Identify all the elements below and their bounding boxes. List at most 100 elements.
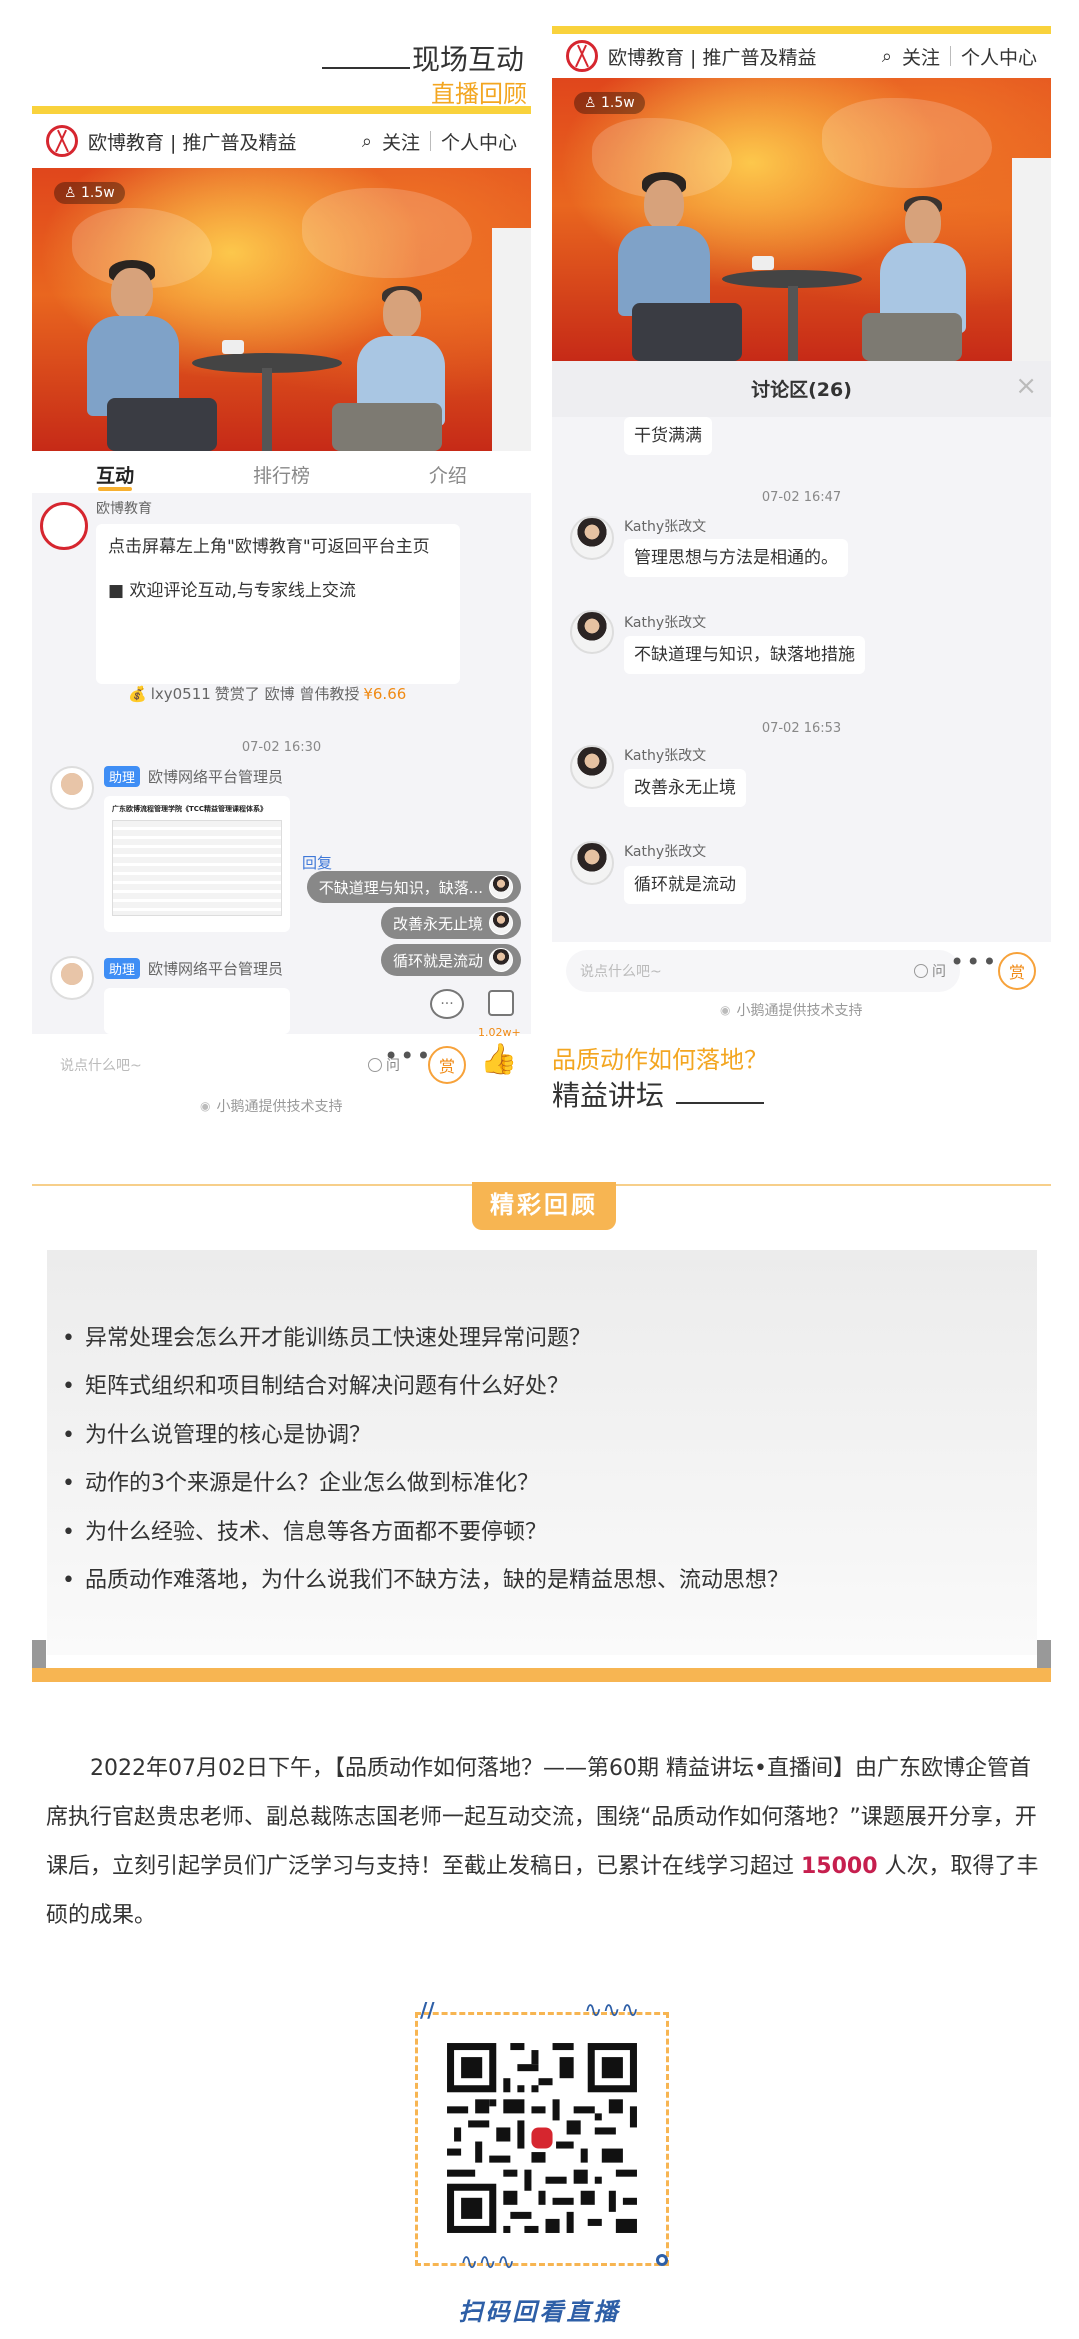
profile-link[interactable]: 个人中心	[961, 43, 1037, 70]
brand-avatar[interactable]	[40, 502, 88, 550]
brand-logo-icon[interactable]	[46, 125, 78, 157]
comment-pill-1[interactable]: 不缺道理与知识，缺落...	[306, 871, 521, 903]
kathy-avatar[interactable]	[570, 745, 614, 789]
assistant-name: 欧博网络平台管理员	[148, 960, 284, 978]
brand-name[interactable]: 欧博教育 | 推广普及精益	[88, 128, 296, 155]
tech-support: 小鹅通提供技术支持	[720, 1000, 862, 1020]
highlight-item: 异常处理会怎么开才能训练员工快速处理异常问题？	[62, 1320, 591, 1352]
reward-amount: ¥6.66	[363, 684, 407, 703]
more-icon[interactable]: •••	[950, 948, 998, 976]
message-bubble: 不缺道理与知识，缺落地措施	[624, 636, 865, 675]
live-video[interactable]: ♙ 1.5w	[32, 168, 531, 451]
assistant-avatar[interactable]	[50, 956, 94, 1000]
right-input-area: 说点什么吧~问 ••• 赏 小鹅通提供技术支持	[552, 942, 1051, 1032]
likes-count: 1.02w+	[478, 1026, 521, 1039]
tech-support: 小鹅通提供技术支持	[200, 1096, 342, 1116]
kathy-name: Kathy张改文	[624, 844, 707, 860]
shared-document-image[interactable]	[104, 988, 290, 1034]
comment-pill-2[interactable]: 改善永无止境	[380, 907, 521, 939]
comment-pill-3[interactable]: 循环就是流动	[380, 944, 521, 976]
discussion-header: 讨论区(26) ×	[552, 361, 1051, 417]
highlight-item: 品质动作难落地，为什么说我们不缺方法，缺的是精益思想、流动思想？	[62, 1562, 789, 1594]
highlights-box	[47, 1250, 1037, 1655]
timestamp: 07-02 16:53	[761, 721, 842, 736]
comment-input[interactable]: 说点什么吧~ 问	[46, 1044, 414, 1086]
message-bubble: 改善永无止境	[624, 769, 746, 808]
message-bubble: 干货满满	[624, 417, 712, 456]
tab-intro[interactable]: 介绍	[365, 451, 531, 493]
kathy-avatar-small	[489, 911, 513, 935]
profile-link[interactable]: 个人中心	[441, 128, 517, 155]
shared-document-image[interactable]: 广东欧博流程管理学院《TCC精益管理课程体系》	[104, 796, 290, 932]
summary-paragraph: 2022年07月02日下午，【品质动作如何落地？——第60期 精益讲坛•直播间】…	[46, 1756, 1039, 1928]
qr-caption: 扫码回看直播	[458, 2298, 621, 2326]
timestamp: 07-02 16:30	[241, 740, 322, 755]
ask-toggle[interactable]: 问	[914, 961, 946, 981]
thumbs-up-icon[interactable]: 👍	[480, 1042, 517, 1077]
forum-name: 精益讲坛	[552, 1079, 665, 1112]
document-table	[112, 820, 282, 916]
reward-text: 赞赏了 欧博 曾伟教授	[214, 685, 360, 703]
left-input-area: 说点什么吧~问 ••• 赏 1.02w+ 👍 小鹅通提供技术支持	[32, 1026, 531, 1130]
divider	[429, 131, 431, 151]
reward-notice: 💰 lxy0511 赞赏了 欧博 曾伟教授 ¥6.66	[128, 683, 406, 704]
kathy-name: Kathy张改文	[624, 519, 707, 535]
follow-button[interactable]: 关注	[902, 43, 940, 70]
qr-code-image	[440, 2036, 644, 2240]
kathy-avatar[interactable]	[570, 610, 614, 654]
brand-logo-icon[interactable]	[566, 40, 598, 72]
comment-input[interactable]: 说点什么吧~ 问	[566, 950, 960, 992]
notice-line-1: 点击屏幕左上角"欧博教育"可返回平台主页	[108, 537, 430, 557]
decor-wave-icon: ∿∿∿	[584, 1998, 640, 2023]
divider	[949, 46, 951, 66]
heading-decor-line	[676, 1102, 764, 1104]
reward-button[interactable]: 赏	[428, 1046, 466, 1084]
reply-label[interactable]: 回复	[302, 852, 332, 873]
sender-name: 欧博教育	[96, 501, 152, 517]
decor-wave-icon: ∿∿∿	[460, 2250, 516, 2275]
more-icon[interactable]: •••	[384, 1042, 432, 1070]
search-icon[interactable]: ⌕	[882, 46, 892, 67]
highlight-item: 动作的3个来源是什么？企业怎么做到标准化？	[62, 1465, 539, 1497]
tab-ranking[interactable]: 排行榜	[198, 451, 364, 493]
qr-code[interactable]	[440, 2036, 644, 2240]
follow-button[interactable]: 关注	[382, 128, 420, 155]
yellow-bar	[32, 106, 531, 114]
right-phone-screenshot: 欧博教育 | 推广普及精益 ⌕ 关注 个人中心 ♙ 1.5w 讨论区(26) ×…	[552, 26, 1051, 1032]
discussion-title: 讨论区(26)	[751, 379, 852, 401]
reward-button[interactable]: 赏	[998, 952, 1036, 990]
assistant-badge: 助理	[104, 766, 141, 787]
message-bubble: 循环就是流动	[624, 866, 746, 905]
close-icon[interactable]: ×	[1015, 371, 1037, 401]
comment-icon[interactable]: ···	[430, 989, 464, 1019]
assistant-avatar[interactable]	[50, 766, 94, 810]
live-interaction-title: 现场互动	[412, 43, 525, 76]
left-phone-screenshot: 欧博教育 | 推广普及精益 ⌕ 关注 个人中心 ♙ 1.5w 互动 排行榜 介绍	[32, 106, 531, 1034]
assistant-header: 助理 欧博网络平台管理员	[104, 766, 283, 787]
kathy-avatar[interactable]	[570, 841, 614, 885]
learner-count: 15000	[801, 1854, 878, 1879]
live-replay-subtitle: 直播回顾	[431, 80, 527, 108]
calendar-icon[interactable]	[488, 990, 514, 1016]
document-title: 广东欧博流程管理学院《TCC精益管理课程体系》	[112, 805, 268, 813]
message-bubble: 管理思想与方法是相通的。	[624, 539, 848, 578]
kathy-name: Kathy张改文	[624, 615, 707, 631]
forum-question: 品质动作如何落地？	[552, 1046, 768, 1074]
decor-slash-icon: //	[420, 1998, 435, 2022]
highlight-item: 为什么说管理的核心是协调？	[62, 1417, 371, 1449]
notice-bubble: 点击屏幕左上角"欧博教育"可返回平台主页 ■ 欢迎评论互动,与专家线上交流	[96, 524, 460, 684]
money-bag-icon: 💰	[128, 684, 147, 703]
highlights-title: 精彩回顾	[472, 1182, 616, 1230]
search-icon[interactable]: ⌕	[362, 131, 372, 152]
decor-circle-icon	[656, 2254, 668, 2266]
assistant-name: 欧博网络平台管理员	[148, 768, 284, 786]
kathy-avatar[interactable]	[570, 516, 614, 560]
brand-name[interactable]: 欧博教育 | 推广普及精益	[608, 43, 816, 70]
user-icon: ♙	[584, 95, 602, 111]
tab-interaction[interactable]: 互动	[32, 451, 198, 493]
highlights-bottom-bar	[32, 1668, 1051, 1682]
notice-line-2: ■ 欢迎评论互动,与专家线上交流	[108, 581, 356, 602]
yellow-bar	[552, 26, 1051, 34]
assistant-header: 助理 欧博网络平台管理员	[104, 958, 283, 979]
live-video[interactable]: ♙ 1.5w	[552, 78, 1051, 361]
